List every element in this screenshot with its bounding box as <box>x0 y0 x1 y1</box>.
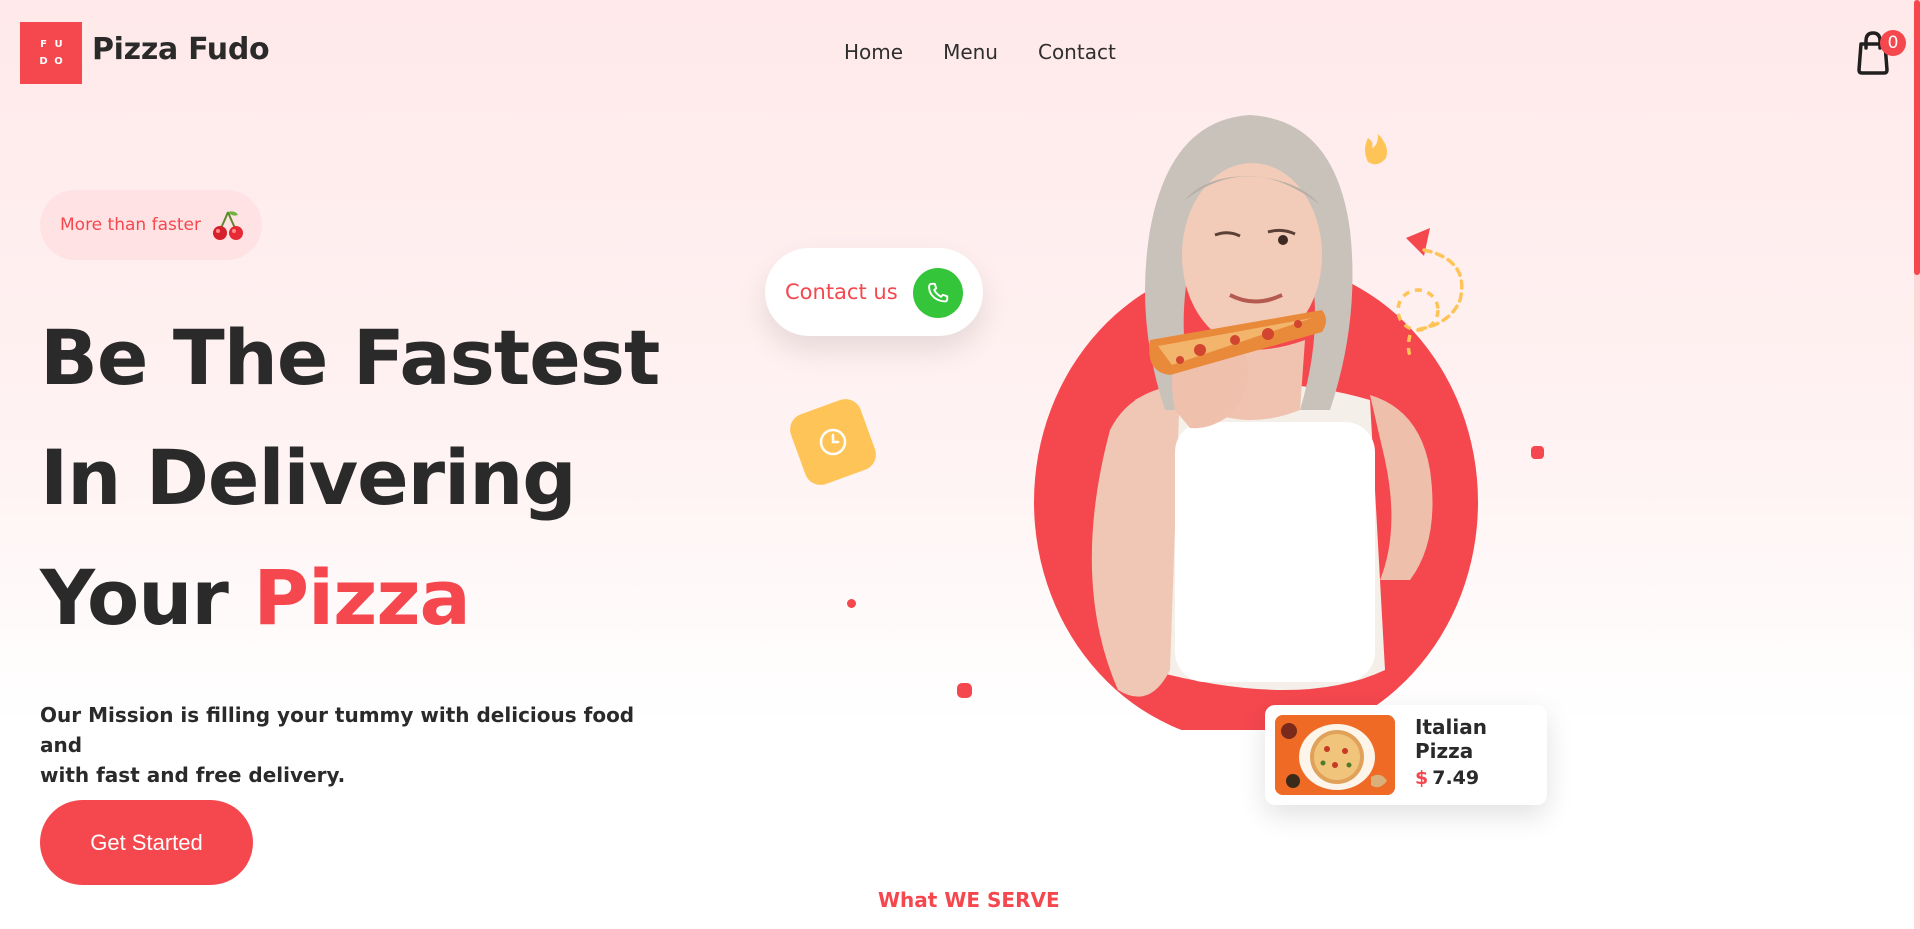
get-started-button[interactable]: Get Started <box>40 800 253 885</box>
headline-line-3-prefix: Your <box>40 553 229 642</box>
food-price-currency: $ <box>1415 767 1429 789</box>
logo-letter: F <box>40 39 47 50</box>
food-name: Italian Pizza <box>1415 715 1487 763</box>
main-nav: Home Menu Contact <box>844 40 1116 64</box>
headline-line-3: Your Pizza <box>40 560 471 636</box>
featured-food-card[interactable]: Italian Pizza $7.49 <box>1265 705 1547 805</box>
decor-dot <box>957 683 972 698</box>
logo-letter: D <box>39 56 48 67</box>
mission-text: Our Mission is filling your tummy with d… <box>40 700 640 790</box>
contact-us-button[interactable]: Contact us <box>765 248 983 336</box>
nav-home[interactable]: Home <box>844 40 903 64</box>
headline-line-2: In Delivering <box>40 433 577 522</box>
logo-letter: U <box>54 39 63 50</box>
phone-icon <box>913 268 963 318</box>
nav-menu[interactable]: Menu <box>943 40 998 64</box>
mission-line-2: with fast and free delivery. <box>40 763 346 787</box>
hero-illustration <box>1034 115 1478 730</box>
contact-us-label: Contact us <box>785 280 898 304</box>
logo-letter: O <box>54 56 63 67</box>
section-label-what-we-serve: What WE SERVE <box>878 888 1060 912</box>
logo-mark[interactable]: F U D O <box>20 22 82 84</box>
tagline-text: More than faster <box>60 215 201 235</box>
food-price: $7.49 <box>1415 767 1479 789</box>
tagline-pill: More than faster <box>40 190 262 260</box>
headline-line-1: Be The Fastest <box>40 313 660 402</box>
flame-icon <box>1365 134 1387 165</box>
clock-icon <box>785 394 881 490</box>
nav-contact[interactable]: Contact <box>1038 40 1116 64</box>
mission-line-1: Our Mission is filling your tummy with d… <box>40 703 635 757</box>
page-scrollbar-thumb[interactable] <box>1914 0 1920 275</box>
cherry-icon <box>212 211 243 240</box>
brand-name[interactable]: Pizza Fudo <box>92 32 270 67</box>
decor-dot <box>847 599 856 608</box>
food-thumbnail <box>1275 715 1395 795</box>
cart-count-badge: 0 <box>1880 30 1906 56</box>
food-price-value: 7.49 <box>1432 767 1480 789</box>
headline-line-3-accent: Pizza <box>253 553 471 642</box>
